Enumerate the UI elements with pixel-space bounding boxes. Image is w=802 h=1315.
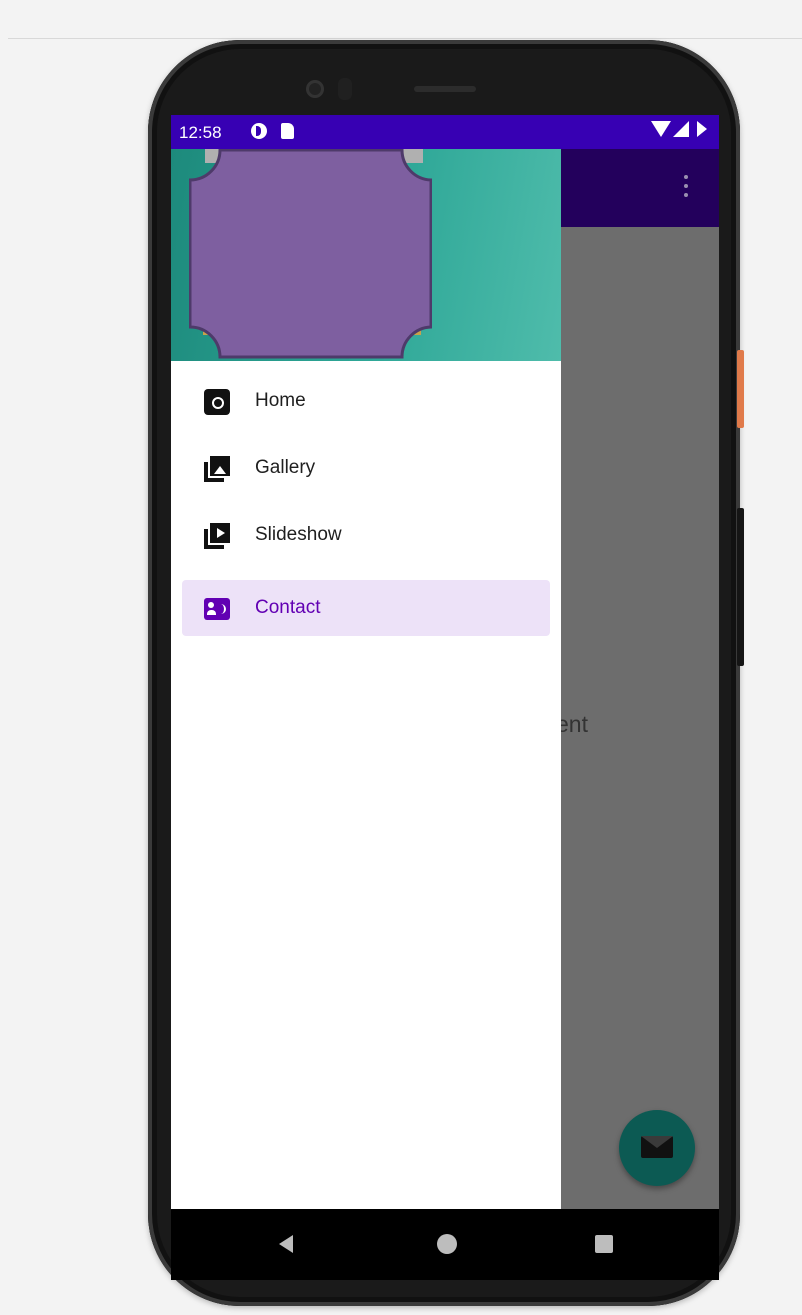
status-bar: 12:58 <box>171 115 719 149</box>
sd-card-icon <box>281 123 294 139</box>
contact-icon <box>204 598 230 620</box>
wifi-icon <box>651 121 671 137</box>
nav-item-slideshow[interactable]: Slideshow <box>182 507 550 563</box>
drawer-header <box>171 149 561 361</box>
navigation-drawer: Home Gallery Slideshow Contact <box>171 149 561 1209</box>
nav-item-label: Home <box>255 390 306 411</box>
camera-icon <box>204 389 230 415</box>
nav-item-label: Gallery <box>255 457 316 478</box>
top-divider <box>8 38 802 39</box>
gallery-icon <box>204 456 230 482</box>
more-vertical-icon[interactable] <box>679 175 693 205</box>
power-button <box>737 350 744 428</box>
battery-icon <box>697 121 707 137</box>
earpiece-speaker <box>414 86 476 92</box>
mail-icon <box>641 1136 673 1158</box>
home-icon[interactable] <box>437 1234 457 1254</box>
nav-item-gallery[interactable]: Gallery <box>182 440 550 496</box>
nav-item-home[interactable]: Home <box>182 373 550 429</box>
volume-button <box>737 508 744 666</box>
nav-item-contact[interactable]: Contact <box>182 580 550 636</box>
recents-icon[interactable] <box>595 1235 613 1253</box>
slideshow-icon <box>204 523 230 549</box>
play-protect-icon <box>251 123 267 139</box>
nav-item-label: Contact <box>255 597 321 618</box>
proximity-sensor <box>338 78 352 100</box>
nav-item-label: Slideshow <box>255 524 342 545</box>
back-icon[interactable] <box>279 1235 293 1253</box>
signal-icon <box>673 121 689 137</box>
front-camera <box>306 80 324 98</box>
device-screen: 12:58 ent Home Gallery Slideshow Contact <box>171 115 719 1280</box>
mail-fab-button[interactable] <box>619 1110 695 1186</box>
system-navigation-bar <box>171 1209 719 1280</box>
header-avatar-image <box>189 149 432 359</box>
status-time: 12:58 <box>179 123 222 142</box>
